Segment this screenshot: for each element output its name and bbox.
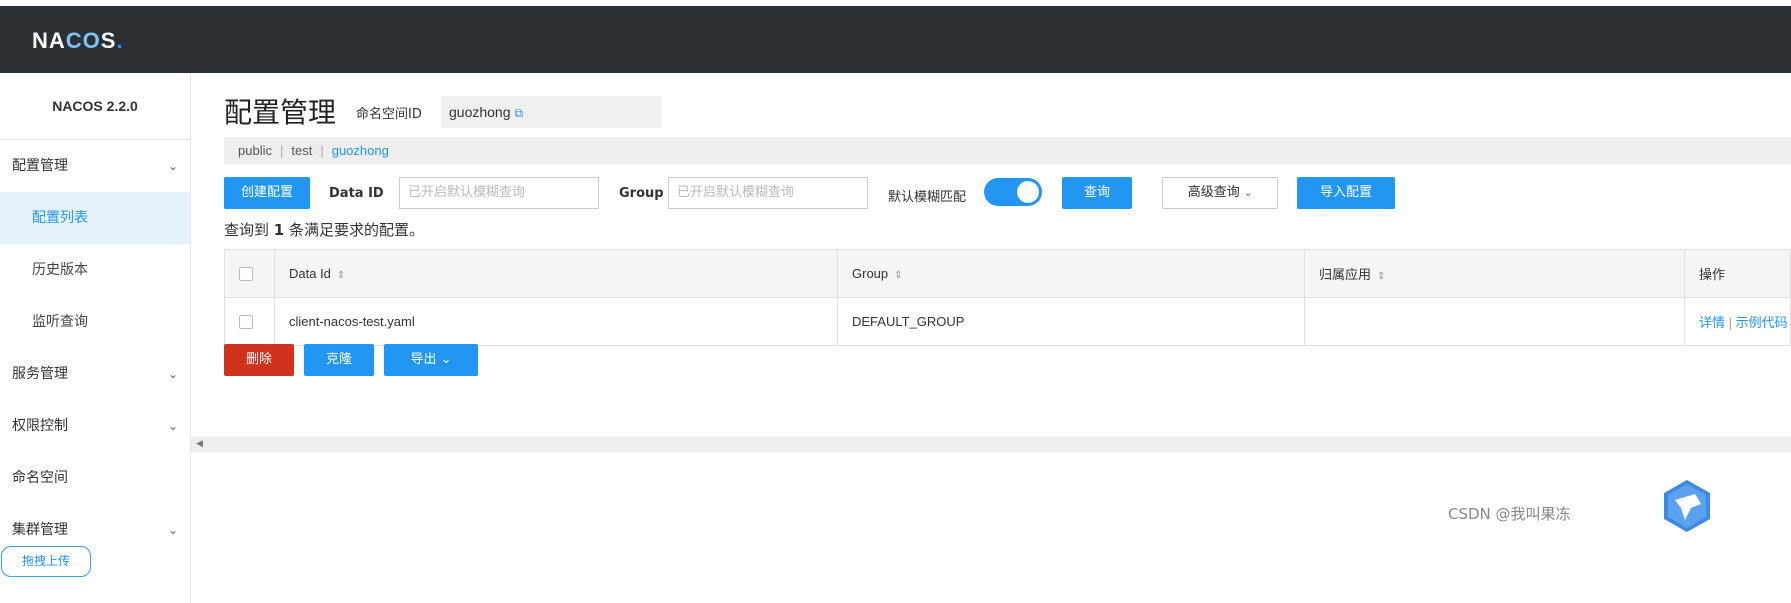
create-config-button[interactable]: 创建配置 <box>224 177 310 209</box>
advanced-query-button[interactable]: 高级查询 ⌄ <box>1162 177 1278 209</box>
group-input[interactable]: 已开启默认模糊查询 <box>668 177 868 209</box>
namespace-id-display: guozhong ⧉ <box>441 96 661 128</box>
chevron-down-icon: ⌄ <box>1243 188 1253 199</box>
namespace-id-label: 命名空间ID <box>356 107 422 122</box>
nacos-logo[interactable]: NACOS. <box>32 28 124 54</box>
fuzzy-match-toggle[interactable] <box>984 178 1042 206</box>
namespace-id-value: guozhong <box>449 104 511 120</box>
config-table: Data Id ⇕ Group ⇕ 归属应用 ⇕ 操作 client-nacos-te… <box>224 249 1791 346</box>
menu-group-label: 集群管理 <box>12 522 68 538</box>
cell-data-id: client-nacos-test.yaml <box>274 297 838 346</box>
nacos-bird-icon[interactable] <box>1661 478 1713 534</box>
menu-config-management[interactable]: 配置管理 ⌄ <box>0 140 190 192</box>
menu-item-history[interactable]: 历史版本 <box>0 244 190 296</box>
drag-upload-button[interactable]: 拖拽上传 <box>1 546 91 577</box>
advanced-query-label: 高级查询 <box>1187 185 1240 200</box>
select-all-cell <box>224 249 275 298</box>
chevron-down-icon: ⌄ <box>167 523 178 537</box>
table-row: client-nacos-test.yaml DEFAULT_GROUP 详情 … <box>224 297 1791 346</box>
row-checkbox[interactable] <box>239 315 253 330</box>
select-all-checkbox[interactable] <box>239 267 253 282</box>
export-button[interactable]: 导出 ⌄ <box>384 344 478 376</box>
column-header-data-id[interactable]: Data Id ⇕ <box>274 249 838 298</box>
csdn-watermark: CSDN @我叫果冻 <box>1448 505 1571 523</box>
row-select-cell <box>224 297 275 346</box>
sidebar: NACOS 2.2.0 配置管理 ⌄ 配置列表 历史版本 监听查询 服务管理 ⌄… <box>0 73 191 603</box>
group-label: Group <box>619 186 664 201</box>
column-header-operations: 操作 <box>1684 249 1791 298</box>
version-label: NACOS 2.2.0 <box>0 73 190 140</box>
ns-tab-guozhong[interactable]: guozhong <box>332 143 389 158</box>
cell-app <box>1304 297 1685 346</box>
fuzzy-match-label: 默认模糊匹配 <box>888 190 967 205</box>
cell-group: DEFAULT_GROUP <box>837 297 1305 346</box>
menu-item-listener-query[interactable]: 监听查询 <box>0 296 190 348</box>
delete-button[interactable]: 删除 <box>224 344 294 376</box>
chevron-down-icon: ⌄ <box>167 367 178 381</box>
detail-link[interactable]: 详情 <box>1699 315 1725 330</box>
data-id-label: Data ID <box>329 186 384 201</box>
menu-access-control[interactable]: 权限控制 ⌄ <box>0 400 190 452</box>
scroll-left-icon[interactable]: ◀ <box>196 439 203 449</box>
column-header-group[interactable]: Group ⇕ <box>837 249 1305 298</box>
menu-service-management[interactable]: 服务管理 ⌄ <box>0 348 190 400</box>
table-header-row: Data Id ⇕ Group ⇕ 归属应用 ⇕ 操作 <box>224 249 1791 298</box>
sort-icon[interactable]: ⇕ <box>894 270 902 281</box>
menu-namespace[interactable]: 命名空间 <box>0 452 190 504</box>
ns-tab-test[interactable]: test <box>291 143 312 158</box>
menu-group-label: 配置管理 <box>12 158 68 174</box>
chevron-down-icon: ⌄ <box>440 352 452 367</box>
cell-operations: 详情 | 示例代码 <box>1684 297 1791 346</box>
sample-code-link[interactable]: 示例代码 <box>1736 315 1788 330</box>
top-navbar: NACOS. <box>0 6 1791 73</box>
menu-group-label: 权限控制 <box>12 418 68 434</box>
result-summary: 查询到 1 条满足要求的配置。 <box>224 221 425 239</box>
chevron-down-icon: ⌄ <box>167 419 178 433</box>
page-title: 配置管理 <box>224 96 337 129</box>
menu-group-label: 命名空间 <box>12 470 68 486</box>
horizontal-scrollbar[interactable]: ◀ <box>191 437 1791 452</box>
menu-item-config-list[interactable]: 配置列表 <box>0 192 190 244</box>
toggle-knob <box>1017 181 1039 203</box>
sort-icon[interactable]: ⇕ <box>1377 271 1385 282</box>
menu-group-label: 服务管理 <box>12 366 68 382</box>
export-label: 导出 <box>410 352 437 367</box>
column-header-app[interactable]: 归属应用 ⇕ <box>1304 249 1685 298</box>
sort-icon[interactable]: ⇕ <box>337 270 345 281</box>
query-button[interactable]: 查询 <box>1062 177 1132 209</box>
chevron-down-icon: ⌄ <box>167 159 178 173</box>
data-id-input[interactable]: 已开启默认模糊查询 <box>399 177 599 209</box>
clone-button[interactable]: 克隆 <box>304 344 374 376</box>
copy-icon[interactable]: ⧉ <box>515 106 524 120</box>
ns-tab-public[interactable]: public <box>238 143 272 158</box>
import-config-button[interactable]: 导入配置 <box>1297 177 1395 209</box>
namespace-tabs: public | test | guozhong <box>224 137 1791 164</box>
